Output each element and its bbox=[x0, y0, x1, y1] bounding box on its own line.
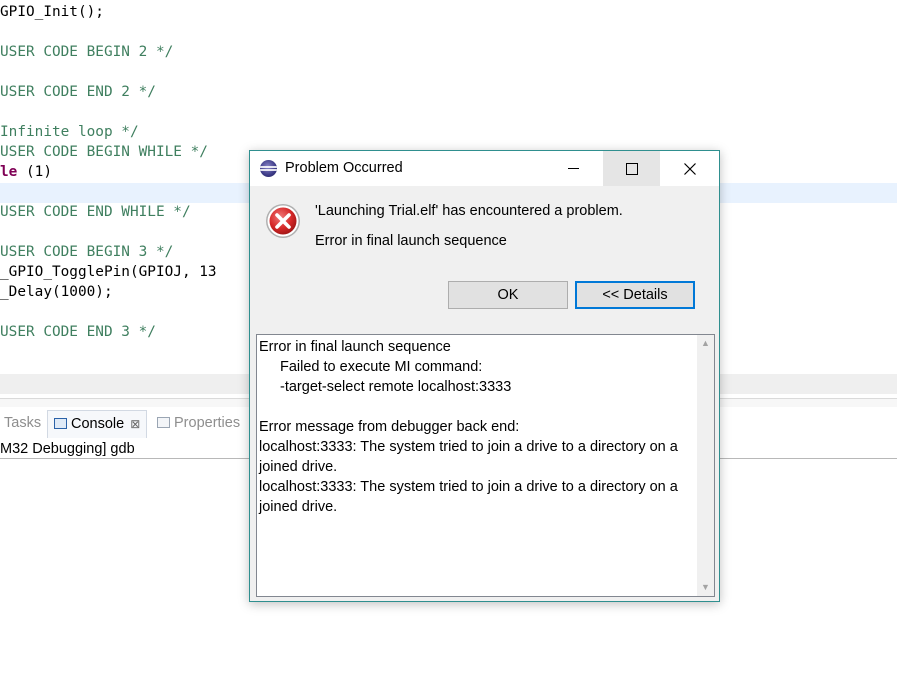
tab-console[interactable]: Console ⊠ bbox=[47, 410, 148, 438]
code-line: Infinite loop */ bbox=[0, 124, 139, 140]
close-button[interactable] bbox=[661, 151, 718, 186]
dialog-title: Problem Occurred bbox=[285, 160, 403, 176]
details-line: localhost:3333: The system tried to join… bbox=[259, 439, 678, 475]
ok-button[interactable]: OK bbox=[448, 281, 568, 309]
scroll-up-icon[interactable]: ▲ bbox=[697, 335, 714, 352]
while-condition: (1) bbox=[17, 164, 52, 180]
details-line: localhost:3333: The system tried to join… bbox=[259, 479, 678, 515]
minimize-icon bbox=[568, 168, 579, 169]
properties-icon bbox=[157, 417, 170, 428]
eclipse-app-icon bbox=[260, 160, 277, 177]
dialog-titlebar[interactable]: Problem Occurred bbox=[250, 151, 719, 186]
details-line: -target-select remote localhost:3333 bbox=[280, 379, 512, 395]
console-output: M32 Debugging] gdb bbox=[0, 441, 135, 457]
code-line: USER CODE BEGIN 3 */ bbox=[0, 244, 174, 260]
scroll-down-icon[interactable]: ▼ bbox=[697, 579, 714, 596]
code-line: USER CODE END WHILE */ bbox=[0, 204, 191, 220]
code-line: USER CODE BEGIN 2 */ bbox=[0, 44, 174, 60]
details-line: Error in final launch sequence bbox=[259, 339, 451, 355]
details-line: Failed to execute MI command: bbox=[280, 359, 483, 375]
details-text: Error in final launch sequence Failed to… bbox=[259, 337, 693, 517]
maximize-icon bbox=[625, 162, 638, 175]
code-line: USER CODE END 2 */ bbox=[0, 84, 156, 100]
details-blank-line bbox=[259, 397, 693, 417]
error-icon bbox=[266, 204, 300, 238]
error-message: 'Launching Trial.elf' has encountered a … bbox=[315, 203, 623, 219]
details-scrollbar[interactable]: ▲ ▼ bbox=[697, 335, 714, 596]
code-line: le (1) bbox=[0, 162, 52, 182]
tab-properties[interactable]: Properties bbox=[157, 410, 240, 436]
close-icon bbox=[683, 162, 696, 175]
code-line: USER CODE END 3 */ bbox=[0, 324, 156, 340]
code-line: _Delay(1000); bbox=[0, 284, 113, 300]
code-line: GPIO_Init(); bbox=[0, 4, 104, 20]
details-textarea[interactable]: Error in final launch sequence Failed to… bbox=[256, 334, 715, 597]
maximize-button[interactable] bbox=[603, 151, 660, 186]
keyword-while: le bbox=[0, 164, 18, 180]
code-line: _GPIO_TogglePin(GPIOJ, 13 bbox=[0, 264, 217, 280]
error-summary: Error in final launch sequence bbox=[315, 233, 507, 249]
code-line: USER CODE BEGIN WHILE */ bbox=[0, 144, 208, 160]
tab-tasks[interactable]: Tasks bbox=[4, 410, 41, 436]
minimize-button[interactable] bbox=[545, 151, 602, 186]
console-icon bbox=[54, 418, 67, 429]
details-line: Error message from debugger back end: bbox=[259, 419, 520, 435]
problem-dialog: Problem Occurred 'Launching Trial.elf' h… bbox=[249, 150, 720, 602]
close-tab-icon[interactable]: ⊠ bbox=[130, 417, 140, 431]
details-button[interactable]: << Details bbox=[575, 281, 695, 309]
